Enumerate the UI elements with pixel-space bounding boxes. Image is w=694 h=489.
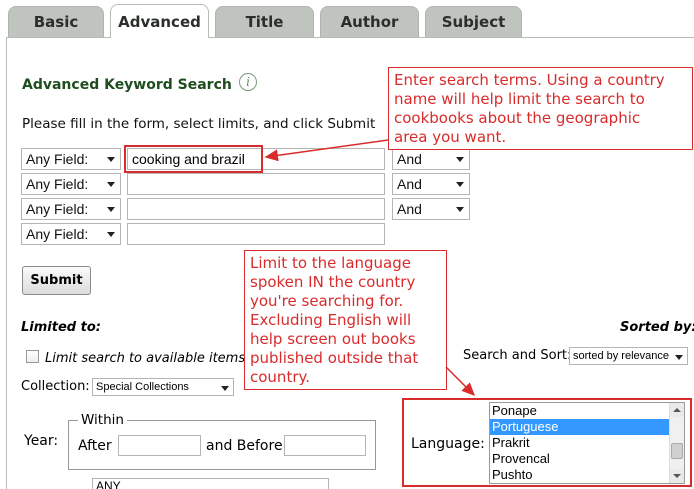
field-select-1-value: Any Field: bbox=[26, 151, 89, 167]
language-callout: Limit to the language spoken IN the coun… bbox=[244, 250, 447, 390]
chevron-down-icon bbox=[456, 182, 464, 187]
search-input-4[interactable] bbox=[127, 223, 385, 245]
search-terms-callout: Enter search terms. Using a country name… bbox=[388, 67, 693, 150]
available-items-checkbox[interactable] bbox=[26, 350, 39, 363]
field-select-1[interactable]: Any Field: bbox=[21, 148, 121, 170]
tab-basic[interactable]: Basic bbox=[8, 6, 104, 37]
field-select-4-value: Any Field: bbox=[26, 226, 89, 242]
collection-select-value: Special Collections bbox=[96, 381, 189, 393]
submit-button[interactable]: Submit bbox=[22, 266, 91, 295]
callout-line: you're searching for. bbox=[250, 292, 404, 310]
info-icon[interactable]: i bbox=[239, 73, 257, 91]
available-items-label: Limit search to available items bbox=[45, 351, 246, 366]
language-highlight bbox=[402, 398, 692, 487]
field-select-2[interactable]: Any Field: bbox=[21, 173, 121, 195]
year-before-input[interactable] bbox=[284, 435, 366, 456]
sorted-by-label: Sorted by: bbox=[620, 320, 694, 335]
year-label: Year: bbox=[24, 433, 59, 449]
page-title: Advanced Keyword Search bbox=[22, 77, 232, 93]
chevron-down-icon bbox=[675, 355, 683, 360]
tab-advanced[interactable]: Advanced bbox=[110, 4, 209, 38]
field-select-3-value: Any Field: bbox=[26, 201, 89, 217]
tab-title[interactable]: Title bbox=[215, 6, 314, 37]
callout-line: spoken IN the country bbox=[250, 273, 416, 291]
callout-line: country. bbox=[250, 368, 310, 386]
instructions-text: Please fill in the form, select limits, … bbox=[22, 116, 376, 132]
chevron-down-icon bbox=[107, 157, 115, 162]
operator-select-2[interactable]: And bbox=[392, 173, 470, 195]
chevron-down-icon bbox=[107, 232, 115, 237]
field-select-2-value: Any Field: bbox=[26, 176, 89, 192]
tab-author[interactable]: Author bbox=[320, 6, 419, 37]
chevron-down-icon bbox=[107, 182, 115, 187]
callout-line: area you want. bbox=[394, 128, 507, 146]
chevron-down-icon bbox=[456, 207, 464, 212]
operator-select-2-value: And bbox=[397, 176, 422, 192]
callout-line: cookbooks about the geographic bbox=[394, 109, 641, 127]
callout-line: published outside that bbox=[250, 349, 419, 367]
operator-select-1[interactable]: And bbox=[392, 148, 470, 170]
callout-line: Limit to the language bbox=[250, 254, 412, 272]
operator-select-3[interactable]: And bbox=[392, 198, 470, 220]
operator-select-1-value: And bbox=[397, 151, 422, 167]
collection-label: Collection: bbox=[21, 379, 90, 394]
search-sort-label: Search and Sort: bbox=[463, 348, 572, 363]
callout-line: help screen out books bbox=[250, 330, 416, 348]
any-listbox-value: ANY bbox=[96, 479, 121, 489]
operator-select-3-value: And bbox=[397, 201, 422, 217]
field-select-4[interactable]: Any Field: bbox=[21, 223, 121, 245]
tab-bar: Basic Advanced Title Author Subject bbox=[0, 0, 694, 38]
tab-subject[interactable]: Subject bbox=[425, 6, 522, 37]
arrow-to-language bbox=[445, 366, 476, 397]
year-after-input[interactable] bbox=[118, 435, 201, 456]
limited-to-label: Limited to: bbox=[21, 320, 101, 335]
search-input-2[interactable] bbox=[127, 173, 385, 195]
panel-border bbox=[6, 38, 7, 489]
search-term-highlight bbox=[124, 145, 263, 173]
sort-select[interactable]: sorted by relevance bbox=[569, 347, 688, 365]
chevron-down-icon bbox=[221, 386, 229, 391]
chevron-down-icon bbox=[456, 157, 464, 162]
sort-select-value: sorted by relevance bbox=[573, 350, 669, 362]
field-select-3[interactable]: Any Field: bbox=[21, 198, 121, 220]
chevron-down-icon bbox=[107, 207, 115, 212]
collection-select[interactable]: Special Collections bbox=[92, 378, 234, 396]
before-label: and Before bbox=[206, 438, 283, 454]
search-input-3[interactable] bbox=[127, 198, 385, 220]
callout-line: name will help limit the search to bbox=[394, 90, 645, 108]
callout-line: Excluding English will bbox=[250, 311, 412, 329]
any-listbox[interactable]: ANY bbox=[92, 478, 329, 489]
after-label: After bbox=[78, 438, 112, 454]
within-legend: Within bbox=[78, 412, 127, 428]
callout-line: Enter search terms. Using a country bbox=[394, 71, 665, 89]
